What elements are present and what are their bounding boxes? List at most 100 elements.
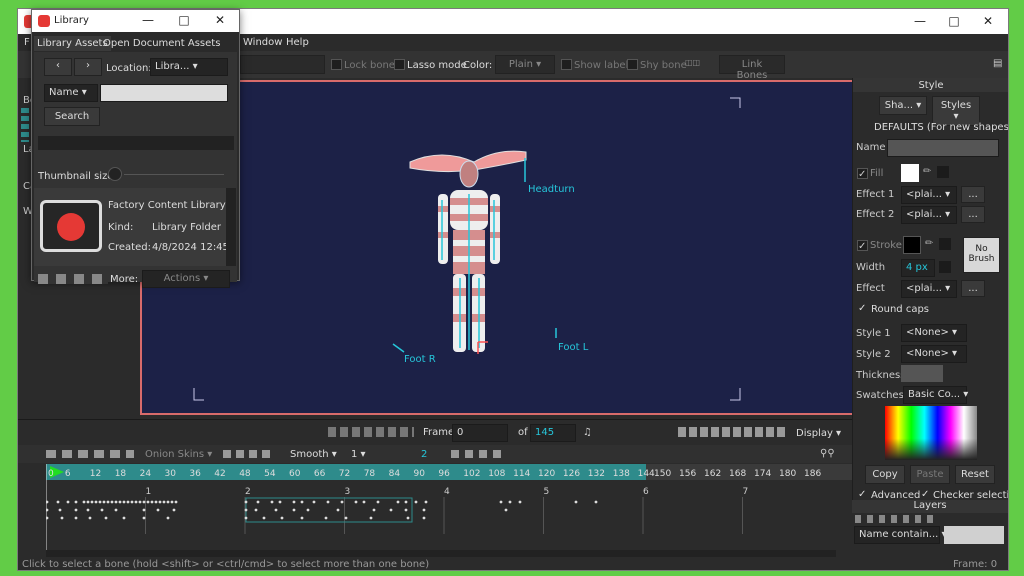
effect-more-button[interactable]: ... [961,280,985,297]
keyframe[interactable] [326,500,330,504]
layer-filter-dropdown[interactable]: Name contain... ▾ [854,526,947,544]
keyframe[interactable] [256,500,260,504]
keyframe[interactable] [118,500,122,504]
keyframe[interactable] [324,516,328,520]
lock-bone-checkbox[interactable] [331,59,342,70]
forward-button[interactable]: › [74,58,102,76]
thickness-input[interactable] [901,365,943,382]
keyframe[interactable] [300,516,304,520]
keyframe[interactable] [389,508,393,512]
keyframe[interactable] [336,508,340,512]
key-tool-icons[interactable] [223,450,273,458]
width-extra-swatch[interactable] [939,261,951,273]
stroke-extra-swatch[interactable] [939,238,951,250]
keyframe[interactable] [344,516,348,520]
frame-input[interactable]: 0 [452,424,508,442]
library-window[interactable]: Library — □ ✕ Library Assets Open Docume… [31,9,240,288]
bone-link-icon[interactable]: ◫◫ [685,58,700,67]
advanced-check-icon[interactable]: ✓ [858,489,866,500]
style2-dropdown[interactable]: <None> ▾ [901,345,967,363]
keyframe[interactable] [94,500,98,504]
keyframe[interactable] [110,500,114,504]
layer-filter-input[interactable] [944,526,1004,544]
keyframe[interactable] [254,508,258,512]
timeline-tool-icons[interactable] [46,450,134,458]
effect-dropdown[interactable]: <plai... ▾ [901,280,957,298]
keyframe[interactable] [292,500,296,504]
fill-extra-swatch[interactable] [937,166,949,178]
keyframe[interactable] [396,500,400,504]
menu-help[interactable]: Help [286,37,309,48]
keyframe[interactable] [46,516,49,520]
keyframe[interactable] [300,500,304,504]
keyframe[interactable] [98,500,102,504]
left-tool-icons[interactable] [21,108,29,142]
keyframe[interactable] [102,500,106,504]
keyframe[interactable] [106,500,110,504]
checker-check-icon[interactable]: ✓ [921,489,929,500]
keyframe[interactable] [86,500,90,504]
character-figure[interactable] [409,150,527,354]
effect1-dropdown[interactable]: <plai... ▾ [901,186,957,204]
keyframe[interactable] [376,500,380,504]
minimize-icon[interactable]: — [912,14,928,28]
interp-count-dropdown[interactable]: 1 ▾ [351,449,366,460]
library-close-icon[interactable]: ✕ [212,13,228,27]
stage-canvas[interactable]: Headturn Foot R Foot L [140,80,971,419]
keyframe[interactable] [154,500,158,504]
keyframe[interactable] [142,508,146,512]
name-input[interactable] [887,139,999,157]
shy-bone-checkbox[interactable] [627,59,638,70]
keyframe[interactable] [114,500,118,504]
keyframe[interactable] [150,500,154,504]
keyframe[interactable] [166,500,170,504]
actions-dropdown[interactable]: Actions ▾ [142,270,230,288]
library-v-scrollbar[interactable] [226,188,236,266]
keyframe[interactable] [162,500,166,504]
width-input[interactable]: 4 px [901,259,935,277]
keyframe[interactable] [74,508,78,512]
keyframe[interactable] [74,500,78,504]
interpolation-dropdown[interactable]: Smooth ▾ [290,449,337,460]
keyframe[interactable] [292,508,296,512]
keyframe[interactable] [86,508,90,512]
stroke-color-swatch[interactable] [903,236,921,254]
keyframe[interactable] [82,500,86,504]
keyframe[interactable] [424,500,428,504]
keyframe[interactable] [244,508,248,512]
tool-text-field[interactable] [240,55,325,74]
keyframe[interactable] [244,516,248,520]
view-mode-icons[interactable] [678,427,788,437]
keyframe[interactable] [60,516,64,520]
menu-file[interactable]: F [24,37,30,48]
style1-dropdown[interactable]: <None> ▾ [901,324,967,342]
location-dropdown[interactable]: Libra... ▾ [150,58,228,76]
name-sort-dropdown[interactable]: Name ▾ [44,84,98,102]
zoom-icons[interactable]: ⚲⚲ [820,448,835,459]
keyframe[interactable] [244,500,248,504]
keyframe[interactable] [146,500,150,504]
keyframe[interactable] [142,516,146,520]
book-icon[interactable]: ▤ [993,58,1002,69]
color-palette[interactable] [885,406,977,460]
effect2-more-button[interactable]: ... [961,206,985,223]
library-item[interactable]: Factory Content Library Kind: Library Fo… [34,188,229,266]
keyframe[interactable] [262,516,266,520]
keyframe[interactable] [88,516,92,520]
keyframe[interactable] [138,500,142,504]
keyframe[interactable] [499,500,503,504]
sound-icon[interactable]: ♫ [583,427,592,438]
keyframe[interactable] [66,500,70,504]
timeline-tracks[interactable]: 0 6 12 18 24 30 36 42 48 54 60 66 72 78 84 90 96 102 108 11… [46,464,852,550]
keyframe[interactable] [278,500,282,504]
keyframe[interactable] [518,500,522,504]
keyframe[interactable] [46,500,49,504]
cycle-icons[interactable] [451,450,501,458]
keyframe[interactable] [414,500,418,504]
keyframe[interactable] [134,500,138,504]
keyframe[interactable] [306,508,310,512]
keyframe[interactable] [156,508,160,512]
close-icon[interactable]: ✕ [980,14,996,28]
menu-window[interactable]: Window [243,37,282,48]
keyframe[interactable] [312,500,316,504]
